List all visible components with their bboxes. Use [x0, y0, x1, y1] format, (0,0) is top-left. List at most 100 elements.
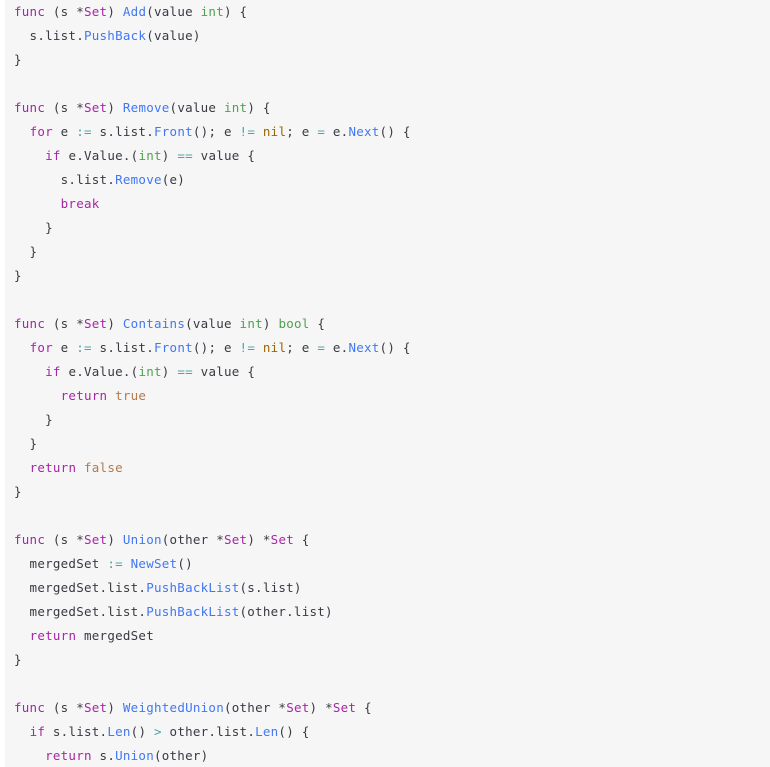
code-token-pn: {: [356, 700, 372, 715]
code-token-pn: }: [14, 412, 53, 427]
code-token-pn: () {: [278, 724, 310, 739]
code-token-kw: func: [14, 100, 46, 115]
code-token-pn: *: [216, 532, 224, 547]
code-token-pn: (value): [146, 28, 201, 43]
code-token-fn: Union: [122, 532, 162, 547]
code-token-pn: other.list.: [161, 724, 256, 739]
code-token-pn: [14, 628, 30, 643]
code-line: return true: [5, 384, 770, 408]
code-token-type: Set: [84, 100, 108, 115]
code-token-fn: Len: [255, 724, 279, 739]
code-viewer[interactable]: func (s *Set) Add(value int) { s.list.Pu…: [0, 0, 770, 767]
code-token-pn: [14, 196, 61, 211]
code-line: }: [5, 240, 770, 264]
code-token-btin: int: [138, 364, 162, 379]
code-token-pn: [14, 124, 30, 139]
code-token-btin: int: [200, 4, 224, 19]
code-token-type: Set: [84, 700, 108, 715]
code-token-fn: NewSet: [130, 556, 178, 571]
code-token-kw: if: [45, 364, 61, 379]
code-token-pn: *: [76, 700, 84, 715]
code-token-op: :=: [107, 556, 123, 571]
code-line: }: [5, 408, 770, 432]
code-token-pn: (other): [153, 748, 209, 763]
code-token-pn: (): [177, 556, 193, 571]
code-line: if s.list.Len() > other.list.Len() {: [5, 720, 770, 744]
code-token-pn: s.list.: [14, 172, 116, 187]
code-line: }: [5, 480, 770, 504]
code-token-pn: }: [14, 436, 38, 451]
code-token-bool: true: [115, 388, 147, 403]
code-token-pn: [255, 124, 263, 139]
code-token-pn: (value: [169, 100, 224, 115]
code-token-pn: ): [161, 148, 178, 163]
code-token-kw: func: [14, 316, 46, 331]
code-token-pn: ): [107, 4, 123, 19]
code-token-pn: (); e: [192, 340, 240, 355]
code-token-pn: s.list.: [14, 28, 84, 43]
code-token-op: :=: [76, 340, 92, 355]
code-token-pn: (value: [146, 4, 201, 19]
code-token-op: =: [317, 124, 326, 139]
code-token-pn: [107, 388, 115, 403]
code-token-pn: ): [107, 532, 123, 547]
code-token-type: Set: [286, 700, 310, 715]
code-token-fn: Union: [115, 748, 154, 763]
code-token-fn: Front: [154, 124, 193, 139]
code-token-kw: for: [29, 340, 53, 355]
code-line: func (s *Set) Union(other *Set) *Set {: [5, 528, 770, 552]
code-line: func (s *Set) Contains(value int) bool {: [5, 312, 770, 336]
code-block[interactable]: func (s *Set) Add(value int) { s.list.Pu…: [5, 0, 770, 767]
code-line: for e := s.list.Front(); e != nil; e = e…: [5, 336, 770, 360]
code-token-pn: (); e: [192, 124, 240, 139]
code-line: }: [5, 216, 770, 240]
code-token-kw: if: [45, 148, 61, 163]
code-token-fn: Add: [122, 4, 147, 19]
code-token-pn: mergedSet: [14, 556, 108, 571]
code-token-fn: PushBack: [83, 28, 147, 43]
code-line: }: [5, 432, 770, 456]
code-token-pn: (e): [161, 172, 186, 187]
code-line: mergedSet := NewSet(): [5, 552, 770, 576]
code-token-kw: return: [60, 388, 108, 403]
code-token-type: Set: [84, 316, 108, 331]
code-token-pn: (): [130, 724, 154, 739]
code-token-pn: *: [76, 532, 84, 547]
code-token-pn: [255, 340, 263, 355]
code-token-btin: int: [239, 316, 263, 331]
code-token-pn: [76, 460, 84, 475]
code-token-pn: () {: [379, 340, 411, 355]
code-token-pn: e.Value.(: [60, 364, 139, 379]
code-token-type: Set: [84, 4, 108, 19]
code-token-bool: false: [84, 460, 123, 475]
code-token-pn: ) {: [247, 100, 271, 115]
code-line: break: [5, 192, 770, 216]
code-token-pn: (other.list): [239, 604, 333, 619]
code-line: if e.Value.(int) == value {: [5, 360, 770, 384]
code-line: }: [5, 264, 770, 288]
code-token-pn: }: [14, 244, 38, 259]
code-token-pn: ) {: [223, 4, 248, 19]
code-token-pn: (s: [45, 4, 77, 19]
code-line: for e := s.list.Front(); e != nil; e = e…: [5, 120, 770, 144]
code-token-op: >: [154, 724, 162, 739]
code-token-pn: }: [14, 220, 53, 235]
code-line: mergedSet.list.PushBackList(other.list): [5, 600, 770, 624]
code-token-op: :=: [76, 124, 92, 139]
code-token-pn: e: [52, 124, 77, 139]
code-token-pn: (s: [45, 532, 77, 547]
code-token-fn: Remove: [115, 172, 162, 187]
code-token-btin: int: [138, 148, 162, 163]
code-token-op: ==: [177, 148, 193, 163]
code-token-pn: [123, 556, 131, 571]
code-line: mergedSet.list.PushBackList(s.list): [5, 576, 770, 600]
code-token-kw: return: [29, 460, 77, 475]
code-token-pn: ): [262, 316, 279, 331]
code-token-pn: *: [325, 700, 333, 715]
code-token-pn: [14, 748, 45, 763]
code-token-pn: e: [52, 340, 77, 355]
code-token-op: =: [317, 340, 326, 355]
code-token-pn: e.Value.(: [60, 148, 139, 163]
